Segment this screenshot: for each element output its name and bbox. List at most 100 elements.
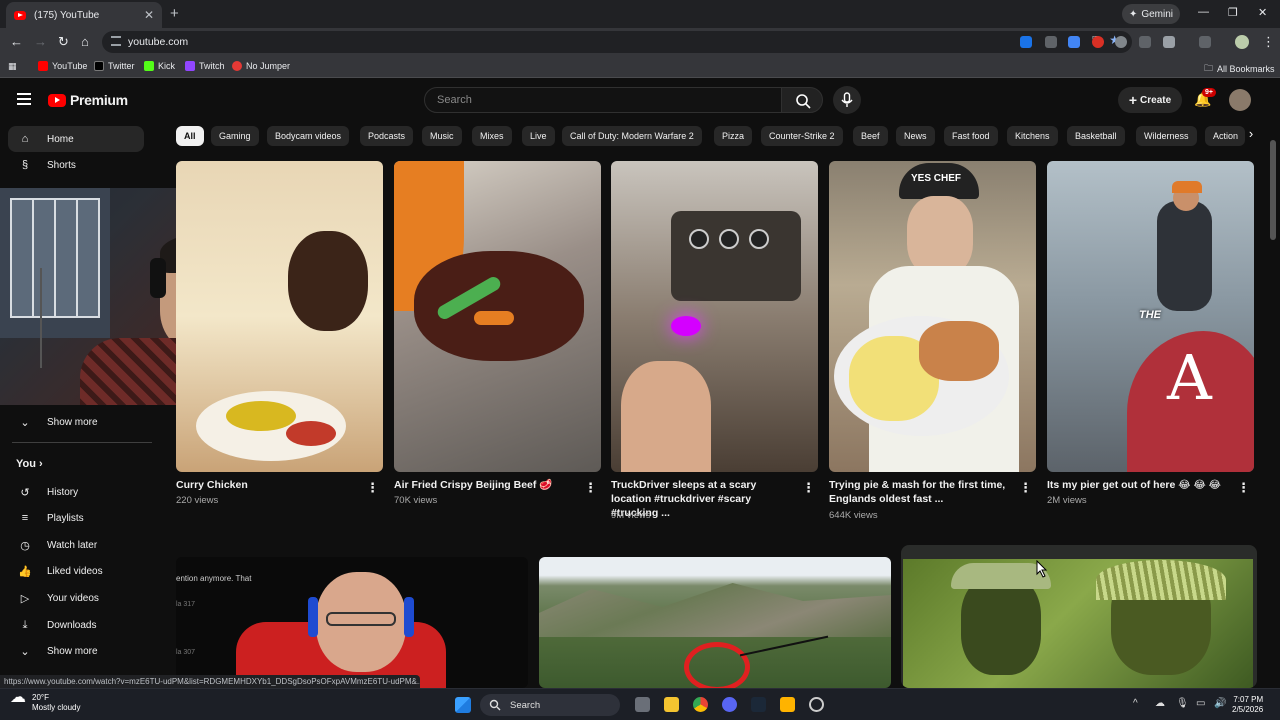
short-title[interactable]: Its my pier get out of here 😂 😂 😂: [1047, 478, 1227, 492]
more-options-icon[interactable]: ⋮: [1237, 480, 1250, 496]
video-thumbnail[interactable]: [539, 557, 891, 688]
reload-icon[interactable]: ↻: [58, 34, 69, 50]
youtube-premium-logo[interactable]: Premium: [48, 92, 128, 108]
more-options-icon[interactable]: ⋮: [366, 480, 379, 496]
chrome-icon[interactable]: [693, 697, 708, 712]
chip-action[interactable]: Action: [1205, 126, 1245, 146]
side-panel-icon[interactable]: [1199, 36, 1211, 48]
cloud-sync-icon[interactable]: ☁: [1155, 698, 1165, 709]
chip-live[interactable]: Live: [522, 126, 555, 146]
sidebar-item-shorts[interactable]: § Shorts: [8, 152, 144, 178]
page-scrollbar[interactable]: [1270, 140, 1276, 240]
puzzle-extensions-icon[interactable]: [1163, 36, 1175, 48]
chip-news[interactable]: News: [896, 126, 935, 146]
short-title[interactable]: Air Fried Crispy Beijing Beef 🥩: [394, 478, 574, 492]
create-button[interactable]: + Create: [1118, 87, 1182, 113]
profile-avatar[interactable]: [1235, 35, 1249, 49]
search-button[interactable]: [781, 87, 823, 113]
extension-icon[interactable]: [1068, 36, 1080, 48]
home-icon[interactable]: ⌂: [81, 34, 89, 49]
new-tab-button[interactable]: +: [170, 5, 179, 22]
chip-pizza[interactable]: Pizza: [714, 126, 753, 146]
chip-cod-mw2[interactable]: Call of Duty: Modern Warfare 2: [562, 126, 702, 146]
chip-gaming[interactable]: Gaming: [211, 126, 259, 146]
close-window-button[interactable]: ✕: [1258, 6, 1267, 19]
windows-start-icon[interactable]: [455, 697, 471, 713]
sidebar-you-header[interactable]: You ›: [16, 458, 43, 470]
short-thumbnail[interactable]: [176, 161, 383, 472]
sidebar-item-playlists[interactable]: ≡ Playlists: [8, 505, 144, 531]
extension-icon[interactable]: [1092, 36, 1104, 48]
sidebar-item-downloads[interactable]: ⤓ Downloads: [8, 612, 144, 638]
bookmark-kick[interactable]: Kick: [144, 61, 175, 71]
chevron-right-icon[interactable]: ›: [1240, 126, 1262, 146]
forward-arrow-icon[interactable]: →: [34, 34, 47, 49]
voice-search-button[interactable]: [833, 86, 861, 114]
maximize-button[interactable]: ❐: [1228, 6, 1238, 19]
back-arrow-icon[interactable]: ←: [10, 34, 23, 49]
sidebar-item-show-more[interactable]: ⌄ Show more: [8, 409, 144, 435]
extension-icon[interactable]: [1020, 36, 1032, 48]
steam-icon[interactable]: [751, 697, 766, 712]
more-options-icon[interactable]: ⋮: [802, 480, 815, 496]
extension-icon[interactable]: [1045, 36, 1057, 48]
notes-app-icon[interactable]: [780, 697, 795, 712]
sidebar-item-liked-videos[interactable]: 👍 Liked videos: [8, 558, 144, 584]
chip-wilderness[interactable]: Wilderness: [1136, 126, 1197, 146]
discord-icon[interactable]: [722, 697, 737, 712]
short-title[interactable]: Trying pie & mash for the first time, En…: [829, 478, 1009, 506]
weather-widget[interactable]: ☁ 20°F Mostly cloudy: [10, 690, 80, 713]
video-thumbnail-hovered[interactable]: [901, 545, 1257, 688]
tab-close-icon[interactable]: ✕: [144, 8, 154, 22]
sidebar-item-home[interactable]: ⌂ Home: [8, 126, 144, 152]
account-avatar[interactable]: [1229, 89, 1251, 111]
more-options-icon[interactable]: ⋮: [584, 480, 597, 496]
task-view-icon[interactable]: [635, 697, 650, 712]
short-thumbnail[interactable]: THE A: [1047, 161, 1254, 472]
chip-bodycam[interactable]: Bodycam videos: [267, 126, 350, 146]
extension-icon[interactable]: [1139, 36, 1151, 48]
sidebar-item-watch-later[interactable]: ◷ Watch later: [8, 532, 144, 558]
gemini-button[interactable]: ✦ Gemini: [1122, 4, 1180, 24]
short-thumbnail[interactable]: [394, 161, 601, 472]
system-clock[interactable]: 7:07 PM 2/5/2026: [1232, 695, 1263, 715]
sidebar-item-show-more-you[interactable]: ⌄ Show more: [8, 638, 144, 664]
video-thumbnail[interactable]: ention anymore. That la 317 la 307: [176, 557, 528, 688]
tab-youtube[interactable]: (175) YouTube ✕: [6, 2, 162, 28]
chevron-up-icon[interactable]: ^: [1133, 698, 1138, 709]
obs-icon[interactable]: [809, 697, 824, 712]
taskbar-search[interactable]: Search: [480, 694, 620, 716]
minimize-button[interactable]: —: [1198, 6, 1209, 18]
sidebar-item-history[interactable]: ↺ History: [8, 479, 144, 505]
site-info-icon[interactable]: [111, 36, 121, 46]
short-thumbnail[interactable]: YES CHEF: [829, 161, 1036, 472]
chip-fast-food[interactable]: Fast food: [944, 126, 998, 146]
chip-basketball[interactable]: Basketball: [1067, 126, 1125, 146]
extension-icon[interactable]: [1115, 36, 1127, 48]
file-explorer-icon[interactable]: [664, 697, 679, 712]
volume-icon[interactable]: 🔊: [1214, 698, 1226, 709]
chip-podcasts[interactable]: Podcasts: [360, 126, 414, 146]
all-bookmarks-button[interactable]: 🗀 All Bookmarks: [1204, 61, 1275, 77]
apps-grid-icon[interactable]: ▦: [8, 61, 17, 72]
hamburger-menu-icon[interactable]: [17, 93, 31, 105]
short-title[interactable]: Curry Chicken: [176, 478, 356, 492]
chip-all[interactable]: All: [176, 126, 204, 146]
chip-beef[interactable]: Beef: [853, 126, 888, 146]
bookmark-twitter[interactable]: Twitter: [94, 61, 135, 71]
network-icon[interactable]: ▭: [1196, 698, 1205, 709]
bookmark-no-jumper[interactable]: No Jumper: [232, 61, 290, 71]
sidebar-item-your-videos[interactable]: ▷ Your videos: [8, 585, 144, 611]
search-input[interactable]: Search: [424, 87, 782, 113]
bookmark-youtube[interactable]: YouTube: [38, 61, 87, 71]
bookmark-twitch[interactable]: Twitch: [185, 61, 225, 71]
chip-counter-strike[interactable]: Counter-Strike 2: [761, 126, 843, 146]
short-thumbnail[interactable]: [611, 161, 818, 472]
chip-kitchens[interactable]: Kitchens: [1007, 126, 1058, 146]
chip-music[interactable]: Music: [422, 126, 462, 146]
microphone-icon[interactable]: 🎙: [1176, 698, 1189, 709]
chip-mixes[interactable]: Mixes: [472, 126, 512, 146]
more-options-icon[interactable]: ⋮: [1019, 480, 1032, 496]
kebab-menu-icon[interactable]: ⋮: [1262, 34, 1275, 50]
address-bar[interactable]: youtube.com ⧉ ★: [102, 31, 1132, 53]
